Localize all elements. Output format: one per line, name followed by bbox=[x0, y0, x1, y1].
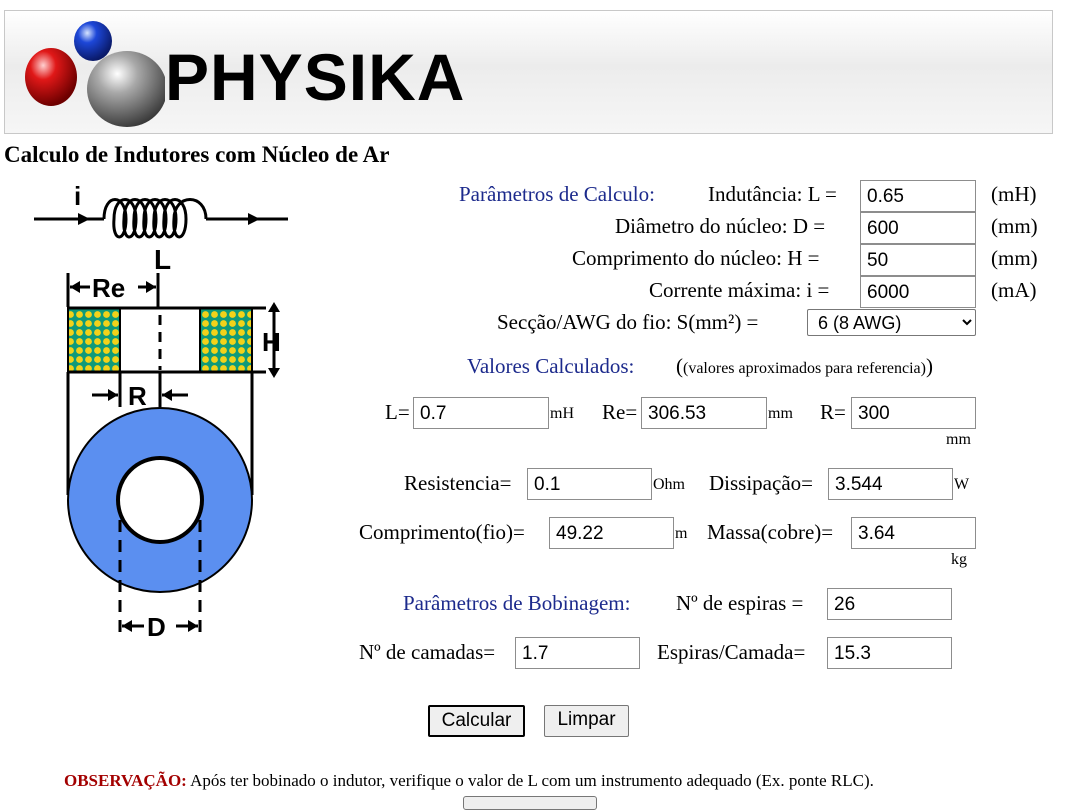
calc-L-output[interactable] bbox=[413, 397, 549, 429]
observation-text: Após ter bobinado o indutor, verifique o… bbox=[186, 771, 874, 790]
turns-per-layer-label: Espiras/Camada= bbox=[657, 640, 806, 664]
calc-Re-label: Re= bbox=[602, 400, 638, 424]
dissipation-unit: W bbox=[954, 476, 970, 493]
turns-label: Nº de espiras = bbox=[676, 591, 804, 615]
logo-text: PHYSIKA bbox=[165, 40, 466, 114]
mass-output[interactable] bbox=[851, 517, 976, 549]
length-input[interactable] bbox=[860, 244, 976, 276]
length-label: Comprimento do núcleo: H = bbox=[572, 246, 820, 270]
wire-length-output[interactable] bbox=[549, 517, 674, 549]
clear-button[interactable]: Limpar bbox=[544, 705, 629, 737]
mass-unit: kg bbox=[951, 551, 967, 568]
winding-section-label: Parâmetros de Bobinagem: bbox=[403, 591, 631, 615]
calc-R-unit: mm bbox=[946, 431, 971, 448]
dissipation-label: Dissipação= bbox=[709, 471, 813, 495]
diameter-unit: (mm) bbox=[991, 214, 1038, 238]
diameter-label: Diâmetro do núcleo: D = bbox=[615, 214, 826, 238]
wire-length-unit: m bbox=[675, 525, 688, 542]
calculated-note-paren-close: ) bbox=[925, 354, 933, 378]
label-H: H bbox=[262, 327, 281, 357]
calculated-note: ((valores aproximados para referencia)) bbox=[676, 354, 933, 379]
observation-note: OBSERVAÇÃO: Após ter bobinado o indutor,… bbox=[64, 771, 874, 791]
physika-logo-icon bbox=[25, 21, 165, 127]
current-unit: (mA) bbox=[991, 278, 1037, 302]
calculated-note-paren-open: ( bbox=[676, 354, 683, 378]
resistance-unit: Ohm bbox=[653, 476, 685, 493]
calc-L-label: L= bbox=[385, 400, 410, 424]
params-section-label: Parâmetros de Calculo: bbox=[459, 182, 655, 206]
layers-label: Nº de camadas= bbox=[359, 640, 496, 664]
current-input[interactable] bbox=[860, 276, 976, 308]
calculated-note-text: (valores aproximados para referencia) bbox=[683, 360, 926, 377]
calc-R-label: R= bbox=[820, 400, 846, 424]
label-i: i bbox=[74, 181, 81, 211]
turns-output[interactable] bbox=[827, 588, 952, 620]
label-R: R bbox=[128, 381, 147, 411]
calc-Re-output[interactable] bbox=[641, 397, 767, 429]
dissipation-output[interactable] bbox=[828, 468, 953, 500]
inductance-unit: (mH) bbox=[991, 182, 1037, 206]
inductance-label: Indutância: L = bbox=[708, 182, 837, 206]
label-L: L bbox=[154, 244, 171, 275]
current-label: Corrente máxima: i = bbox=[649, 278, 830, 302]
calc-L-unit: mH bbox=[550, 405, 574, 422]
calc-Re-unit: mm bbox=[768, 405, 793, 422]
page-title: Calculo de Indutores com Núcleo de Ar bbox=[4, 142, 390, 167]
observation-label: OBSERVAÇÃO: bbox=[64, 771, 187, 790]
calculate-button[interactable]: Calcular bbox=[428, 705, 525, 737]
diameter-input[interactable] bbox=[860, 212, 976, 244]
wire-length-label: Comprimento(fio)= bbox=[359, 520, 525, 544]
mass-label: Massa(cobre)= bbox=[707, 520, 834, 544]
layers-output[interactable] bbox=[515, 637, 640, 669]
label-D: D bbox=[147, 612, 166, 642]
bottom-button-partial[interactable] bbox=[463, 796, 597, 810]
core-cross-section bbox=[67, 306, 266, 374]
wire-select[interactable]: 6 (8 AWG) bbox=[807, 309, 976, 336]
label-Re: Re bbox=[92, 273, 125, 303]
wire-label: Secção/AWG do fio: S(mm²) = bbox=[497, 310, 759, 334]
inductance-input[interactable] bbox=[860, 180, 976, 212]
inductor-diagram: i L Re H R D bbox=[34, 181, 288, 642]
header-banner: PHYSIKA bbox=[4, 10, 1053, 134]
length-unit: (mm) bbox=[991, 246, 1038, 270]
calc-R-output[interactable] bbox=[851, 397, 976, 429]
resistance-output[interactable] bbox=[527, 468, 652, 500]
turns-per-layer-output[interactable] bbox=[827, 637, 952, 669]
resistance-label: Resistencia= bbox=[404, 471, 512, 495]
calculated-section-label: Valores Calculados: bbox=[467, 354, 635, 378]
